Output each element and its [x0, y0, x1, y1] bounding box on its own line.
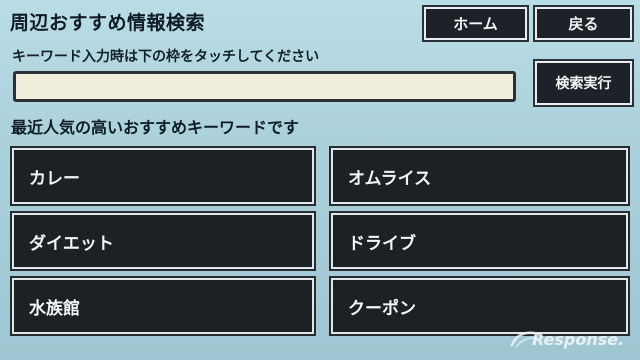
keyword-button-drive[interactable]: ドライブ [329, 211, 630, 271]
keyword-grid: カレー オムライス ダイエット ドライブ 水族館 クーポン [10, 146, 630, 336]
page-title: 周辺おすすめ情報検索 [10, 12, 206, 34]
back-button[interactable]: 戻る [533, 5, 634, 42]
response-watermark-logo: Response. [510, 330, 624, 349]
popular-keywords-heading: 最近人気の高いおすすめキーワードです [11, 118, 300, 137]
keyword-button-omurice[interactable]: オムライス [329, 146, 630, 206]
keyword-button-aquarium[interactable]: 水族館 [10, 276, 316, 336]
home-button[interactable]: ホーム [422, 5, 529, 42]
keyword-input[interactable] [13, 71, 516, 102]
watermark-text: Response. [532, 330, 624, 349]
input-instruction: キーワード入力時は下の枠をタッチしてください [12, 49, 320, 65]
keyword-button-diet[interactable]: ダイエット [10, 211, 316, 271]
search-execute-button[interactable]: 検索実行 [533, 59, 634, 107]
search-screen: 周辺おすすめ情報検索 ホーム 戻る キーワード入力時は下の枠をタッチしてください… [0, 0, 640, 360]
keyword-button-curry[interactable]: カレー [10, 146, 316, 206]
